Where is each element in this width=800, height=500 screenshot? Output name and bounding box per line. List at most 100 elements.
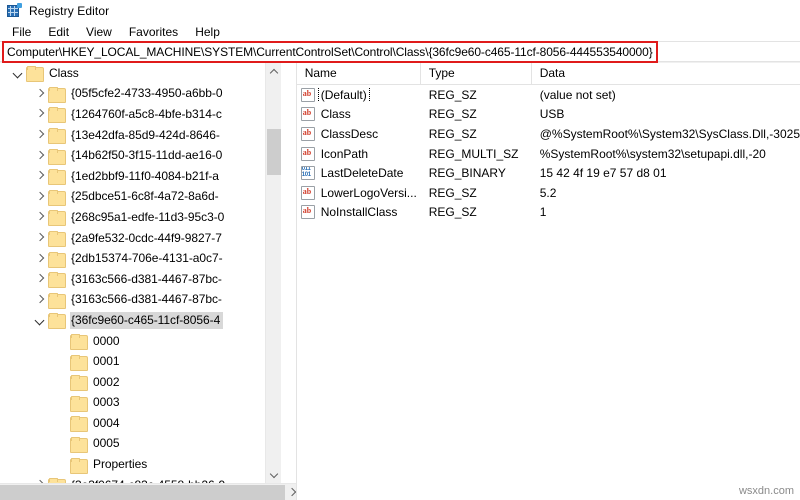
value-row[interactable]: (Default) REG_SZ (value not set) <box>297 85 800 105</box>
menu-item-view[interactable]: View <box>82 24 120 40</box>
tree-item-label-wrap: {2a9fe532-0cdc-44f9-9827-7 <box>70 230 225 247</box>
tree-item-label: 0001 <box>93 354 120 369</box>
address-bar[interactable]: Computer\HKEY_LOCAL_MACHINE\SYSTEM\Curre… <box>0 41 800 62</box>
value-data-cell: 15 42 4f 19 e7 57 d8 01 <box>539 166 667 181</box>
scroll-down-arrow-icon[interactable] <box>266 467 282 483</box>
tree-item[interactable]: Properties <box>0 454 285 475</box>
tree-item[interactable]: 0005 <box>0 434 285 455</box>
tree-item-label-wrap: 0005 <box>92 435 123 452</box>
tree-item[interactable]: {268c95a1-edfe-11d3-95c3-0 <box>0 207 285 228</box>
folder-icon <box>48 86 66 103</box>
chevron-right-icon[interactable] <box>32 251 48 267</box>
chevron-right-icon[interactable] <box>32 292 48 308</box>
tree-item[interactable]: {05f5cfe2-4733-4950-a6bb-0 <box>0 84 285 105</box>
menu-item-favorites[interactable]: Favorites <box>125 24 186 40</box>
folder-icon <box>48 128 66 145</box>
horizontal-scrollbar-thumb[interactable] <box>0 485 285 500</box>
tree-item[interactable]: {1ed2bbf9-11f0-4084-b21f-a <box>0 166 285 187</box>
folder-icon <box>70 354 88 371</box>
value-name-label: ClassDesc <box>320 126 379 141</box>
value-name-cell[interactable]: (Default) <box>297 87 421 102</box>
value-row[interactable]: Class REG_SZ USB <box>297 105 800 125</box>
tree-item-label: {3163c566-d381-4467-87bc- <box>71 271 222 286</box>
chevron-right-icon[interactable] <box>32 230 48 246</box>
chevron-right-icon[interactable] <box>32 127 48 143</box>
chevron-right-icon[interactable] <box>32 271 48 287</box>
chevron-down-icon[interactable] <box>10 65 26 81</box>
value-data-cell: 5.2 <box>539 185 557 200</box>
tree-item[interactable]: {14b62f50-3f15-11dd-ae16-0 <box>0 145 285 166</box>
tree-item[interactable]: {3e3f0674-c83c-4558-bb26-9 <box>0 475 285 483</box>
chevron-right-icon[interactable] <box>32 209 48 225</box>
tree-item[interactable]: {13e42dfa-85d9-424d-8646- <box>0 125 285 146</box>
chevron-right-icon[interactable] <box>32 168 48 184</box>
value-name-cell[interactable]: LowerLogoVersi... <box>297 185 421 200</box>
tree-horizontal-scrollbar[interactable] <box>0 483 296 500</box>
scroll-right-arrow-icon[interactable] <box>285 484 296 500</box>
value-row[interactable]: LowerLogoVersi... REG_SZ 5.2 <box>297 183 800 203</box>
folder-icon <box>48 210 66 227</box>
folder-icon <box>70 416 88 433</box>
tree-item[interactable]: 0002 <box>0 372 285 393</box>
chevron-right-icon[interactable] <box>32 86 48 102</box>
tree-item[interactable]: {2db15374-706e-4131-a0c7- <box>0 248 285 269</box>
column-header-name[interactable]: Name <box>297 63 421 85</box>
tree-item[interactable]: {36fc9e60-c465-11cf-8056-4 <box>0 310 285 331</box>
vertical-scrollbar-thumb[interactable] <box>266 129 281 175</box>
tree-item[interactable]: {25dbce51-6c8f-4a72-8a6d- <box>0 187 285 208</box>
folder-icon <box>70 436 88 453</box>
menu-item-file[interactable]: File <box>8 24 39 40</box>
tree-item-label-wrap: {13e42dfa-85d9-424d-8646- <box>70 127 223 144</box>
value-row[interactable]: NoInstallClass REG_SZ 1 <box>297 203 800 223</box>
tree-item[interactable]: Class <box>0 63 285 84</box>
tree-item-label-wrap: 0004 <box>92 415 123 432</box>
column-header-type[interactable]: Type <box>421 63 532 85</box>
tree-item-label-wrap: 0003 <box>92 394 123 411</box>
chevron-right-icon[interactable] <box>32 189 48 205</box>
value-name-label: (Default) <box>317 87 370 102</box>
value-type-cell: REG_SZ <box>428 205 477 220</box>
tree-item-label: {13e42dfa-85d9-424d-8646- <box>71 127 220 142</box>
tree-item[interactable]: {2a9fe532-0cdc-44f9-9827-7 <box>0 228 285 249</box>
tree-leaf-spacer <box>54 374 70 390</box>
value-name-cell[interactable]: Class <box>297 107 421 122</box>
tree-item[interactable]: {3163c566-d381-4467-87bc- <box>0 290 285 311</box>
tree-item[interactable]: {3163c566-d381-4467-87bc- <box>0 269 285 290</box>
value-name-cell[interactable]: ClassDesc <box>297 126 421 141</box>
tree-item[interactable]: 0004 <box>0 413 285 434</box>
tree-item-label: Properties <box>93 457 148 472</box>
chevron-right-icon[interactable] <box>32 106 48 122</box>
registry-tree[interactable]: Class {05f5cfe2-4733-4950-a6bb-0 {1264760f… <box>0 63 285 483</box>
tree-item-label-wrap: {1264760f-a5c8-4bfe-b314-c <box>70 106 225 123</box>
tree-item-label-wrap: {3163c566-d381-4467-87bc- <box>70 291 225 308</box>
folder-icon <box>48 169 66 186</box>
values-list[interactable]: (Default) REG_SZ (value not set) Class REG_S… <box>297 85 800 222</box>
tree-item[interactable]: {1264760f-a5c8-4bfe-b314-c <box>0 104 285 125</box>
column-header-data[interactable]: Data <box>532 63 800 85</box>
string-value-icon <box>300 107 315 122</box>
menu-item-edit[interactable]: Edit <box>44 24 77 40</box>
tree-item[interactable]: 0000 <box>0 331 285 352</box>
tree-item[interactable]: 0003 <box>0 393 285 414</box>
value-name-cell[interactable]: LastDeleteDate <box>297 166 421 181</box>
chevron-down-icon[interactable] <box>32 312 48 328</box>
tree-item-label-wrap: Properties <box>92 456 150 473</box>
tree-item-label-wrap: {3163c566-d381-4467-87bc- <box>70 271 225 288</box>
tree-item-label: {1264760f-a5c8-4bfe-b314-c <box>71 106 222 121</box>
value-name-cell[interactable]: NoInstallClass <box>297 205 421 220</box>
folder-icon <box>48 231 66 248</box>
tree-item-label-wrap: 0001 <box>92 353 123 370</box>
value-row[interactable]: IconPath REG_MULTI_SZ %SystemRoot%\system3… <box>297 144 800 164</box>
value-name-cell[interactable]: IconPath <box>297 146 421 161</box>
tree-item[interactable]: 0001 <box>0 351 285 372</box>
folder-icon <box>70 334 88 351</box>
registry-path[interactable]: Computer\HKEY_LOCAL_MACHINE\SYSTEM\Curre… <box>0 45 653 59</box>
chevron-right-icon[interactable] <box>32 148 48 164</box>
tree-vertical-scrollbar[interactable] <box>264 63 282 483</box>
value-row[interactable]: LastDeleteDate REG_BINARY 15 42 4f 19 e7 5… <box>297 163 800 183</box>
scroll-up-arrow-icon[interactable] <box>266 63 282 79</box>
menu-item-help[interactable]: Help <box>191 24 228 40</box>
value-row[interactable]: ClassDesc REG_SZ @%SystemRoot%\System32\Sy… <box>297 124 800 144</box>
tree-leaf-spacer <box>54 436 70 452</box>
registry-editor-window: Registry Editor File Edit View Favorites… <box>0 0 800 500</box>
